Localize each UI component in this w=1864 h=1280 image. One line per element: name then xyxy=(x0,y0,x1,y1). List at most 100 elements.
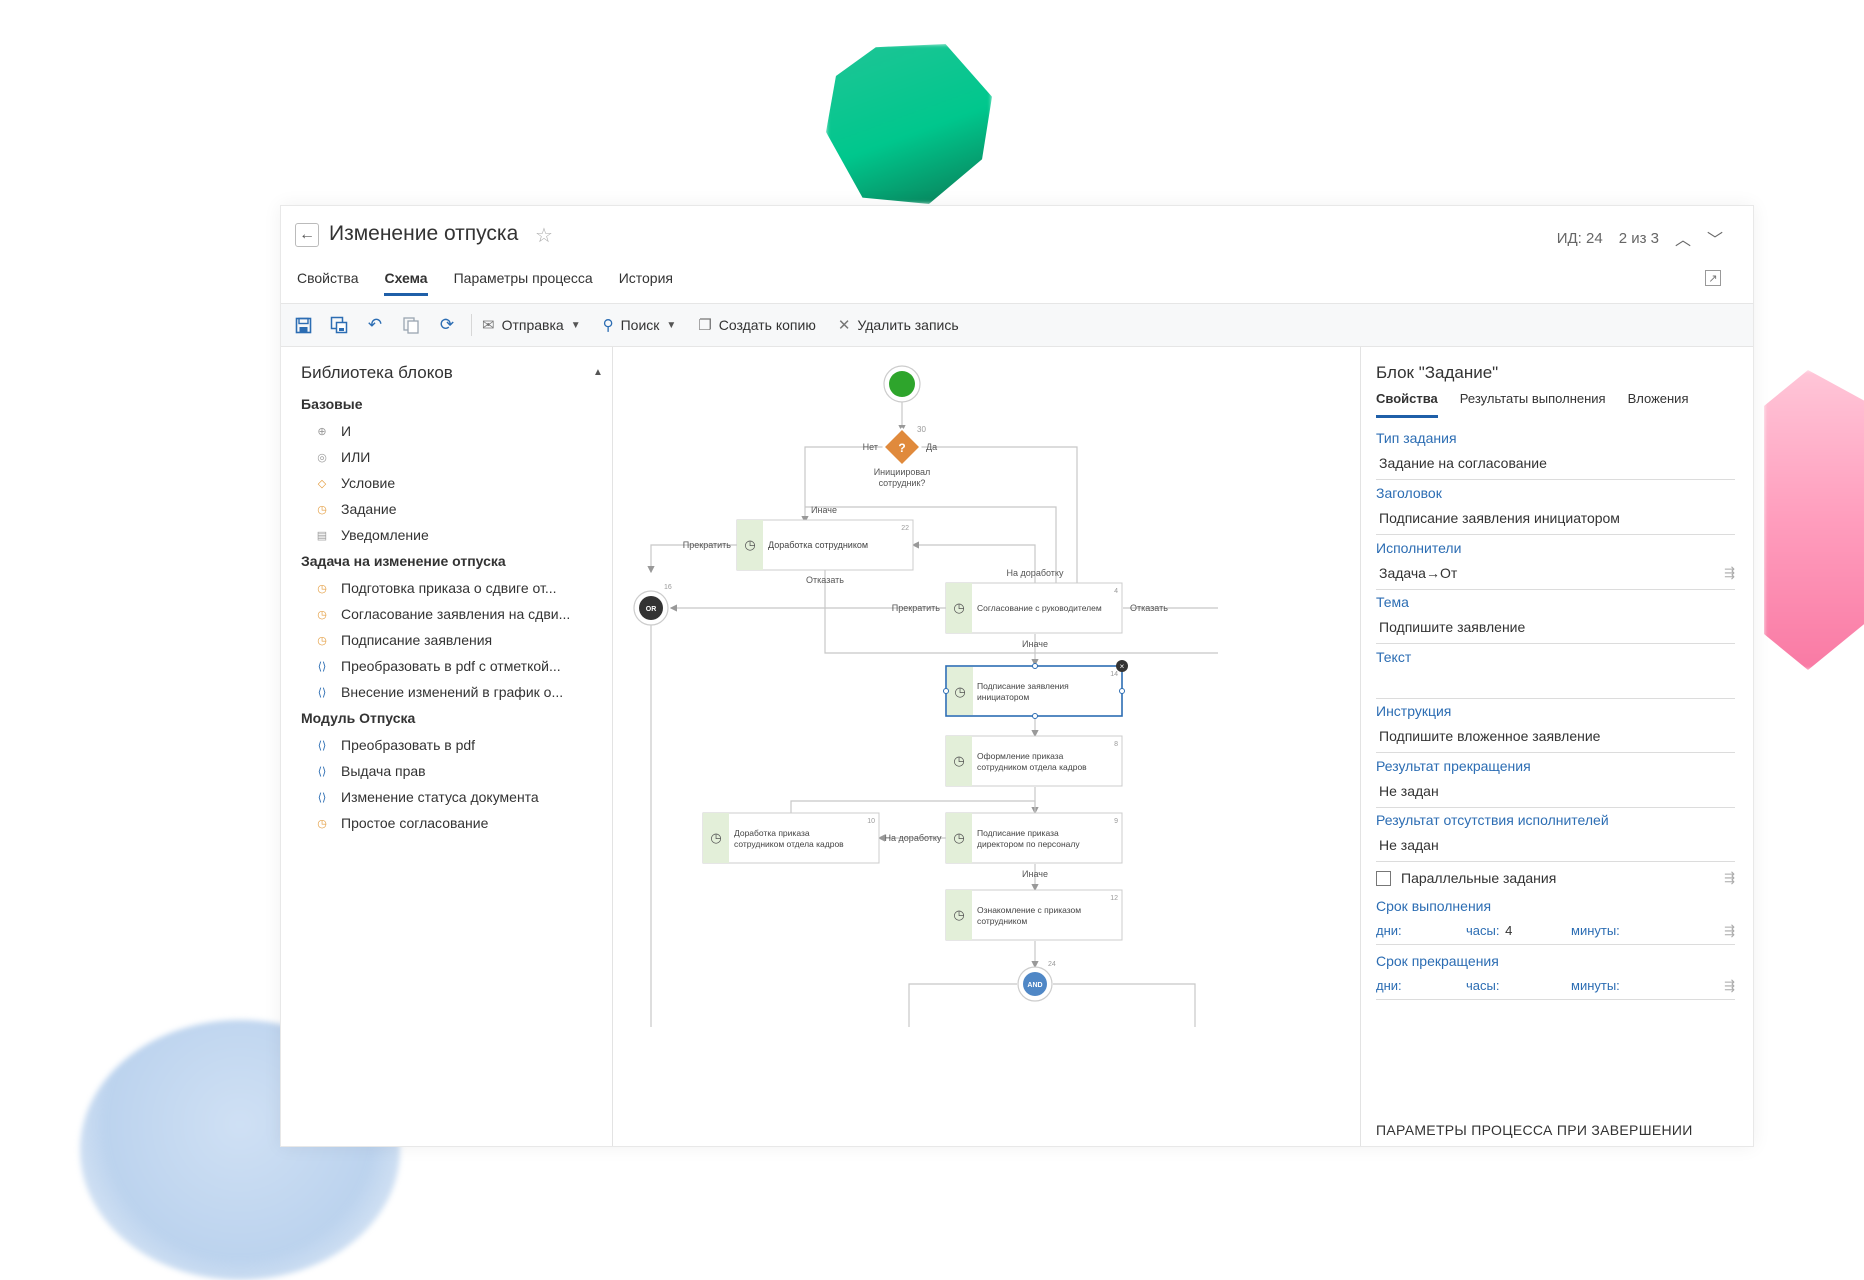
instruction-value[interactable]: Подпишите вложенное заявление xyxy=(1376,728,1735,753)
send-dropdown[interactable]: ✉ Отправка ▼ xyxy=(482,316,581,334)
parallel-tasks-row[interactable]: Параллельные задания ⇶ xyxy=(1376,870,1735,886)
absent-result-field[interactable]: Результат отсутствия исполнителей Не зад… xyxy=(1376,812,1735,862)
subject-value[interactable]: Подпишите заявление xyxy=(1376,619,1735,644)
task-block-12[interactable]: ◷ Ознакомление с приказом сотрудником 12 xyxy=(945,889,1123,941)
or-gateway-node[interactable]: OR xyxy=(633,590,669,626)
library-item[interactable]: ◎ ИЛИ xyxy=(301,444,604,470)
favorite-star-icon[interactable]: ☆ xyxy=(535,223,553,248)
text-field[interactable]: Текст xyxy=(1376,649,1735,699)
task-title: Ознакомление с приказом xyxy=(977,905,1081,915)
absent-result-value[interactable]: Не задан xyxy=(1376,837,1735,862)
library-item-label: Преобразовать в pdf с отметкой... xyxy=(341,658,561,674)
flow-label-stop: Прекратить xyxy=(892,603,941,613)
library-item[interactable]: ⟨⟩ Внесение изменений в график о... xyxy=(301,679,604,705)
condition-yes-label: Да xyxy=(926,442,937,452)
library-item[interactable]: ◷ Задание xyxy=(301,496,604,522)
text-value[interactable] xyxy=(1376,674,1735,699)
process-diagram: ? 30 Нет Да Инициировал сотрудник? Иначе… xyxy=(633,365,1218,1027)
svg-text:×: × xyxy=(1120,662,1125,671)
library-item[interactable]: ◷ Подготовка приказа о сдвиге от... xyxy=(301,575,604,601)
performers-field[interactable]: Исполнители Задача→От ⇶ xyxy=(1376,540,1735,590)
and-gateway-node[interactable]: AND xyxy=(1017,966,1053,1002)
flow-label-else: Иначе xyxy=(811,505,837,515)
tab-block-properties[interactable]: Свойства xyxy=(1376,391,1438,418)
task-icon: ◷ xyxy=(317,582,327,595)
library-item[interactable]: ⟨⟩ Преобразовать в pdf xyxy=(301,732,604,758)
library-group-basic: Базовые xyxy=(301,396,363,412)
condition-node[interactable]: ? xyxy=(882,427,922,467)
condition-icon: ◇ xyxy=(317,477,327,490)
task-block-4[interactable]: ◷ Согласование с руководителем 4 xyxy=(945,582,1123,634)
task-title: Доработка приказа xyxy=(734,828,810,838)
record-id: ИД: 24 xyxy=(1556,229,1603,247)
library-item-label: Преобразовать в pdf xyxy=(341,737,476,753)
chevron-down-icon[interactable]: ﹀ xyxy=(1707,226,1723,250)
library-item[interactable]: ◷ Согласование заявления на сдви... xyxy=(301,601,604,627)
search-dropdown[interactable]: ⚲ Поиск ▼ xyxy=(603,316,677,334)
library-item[interactable]: ⟨⟩ Преобразовать в pdf с отметкой... xyxy=(301,653,604,679)
task-num: 9 xyxy=(1114,818,1118,825)
open-external-icon[interactable]: ↗ xyxy=(1705,270,1721,286)
task-block-22[interactable]: ◷ Доработка сотрудником 22 xyxy=(736,519,914,571)
task-num: 12 xyxy=(1110,895,1118,902)
block-library: Библиотека блоков ▲ Базовые ⊕ И ◎ ИЛИ ◇ Усл… xyxy=(281,347,613,1146)
back-arrow-icon[interactable]: ← xyxy=(295,223,319,247)
page-title: Изменение отпуска xyxy=(329,222,519,245)
or-num: 16 xyxy=(664,584,672,591)
tab-process-params[interactable]: Параметры процесса xyxy=(454,270,593,296)
tab-properties[interactable]: Свойства xyxy=(297,270,358,296)
tab-scheme[interactable]: Схема xyxy=(384,270,428,296)
undo-icon[interactable]: ↶ xyxy=(361,311,389,339)
task-num: 4 xyxy=(1114,588,1118,595)
library-item[interactable]: ⊕ И xyxy=(301,418,604,444)
task-block-8[interactable]: ◷ Оформление приказа сотрудником отдела … xyxy=(945,735,1123,787)
chevron-up-icon[interactable]: ︿ xyxy=(1675,226,1691,250)
subject-field[interactable]: Тема Подпишите заявление xyxy=(1376,594,1735,644)
library-item[interactable]: ◷ Подписание заявления xyxy=(301,627,604,653)
task-block-14-selected[interactable]: ◷ Подписание заявления инициатором 14 xyxy=(943,663,1125,719)
tab-attachments[interactable]: Вложения xyxy=(1628,391,1689,418)
performers-value: Задача→От xyxy=(1379,565,1458,581)
refresh-icon[interactable]: ⟳ xyxy=(433,311,461,339)
library-item[interactable]: ◷ Простое согласование xyxy=(301,810,604,836)
create-copy-button[interactable]: ❐ Создать копию xyxy=(698,316,816,334)
diagram-canvas[interactable]: ? 30 Нет Да Инициировал сотрудник? Иначе… xyxy=(613,347,1360,1146)
stop-result-field[interactable]: Результат прекращения Не задан xyxy=(1376,758,1735,808)
task-type-label: Тип задания xyxy=(1376,430,1457,446)
deadline-field[interactable]: Срок выполнения дни: часы: 4 минуты: ⇶ xyxy=(1376,898,1735,945)
delete-block-icon[interactable]: × xyxy=(1116,660,1128,672)
heading-field[interactable]: Заголовок Подписание заявления инициатор… xyxy=(1376,485,1735,535)
tab-execution-results[interactable]: Результаты выполнения xyxy=(1460,391,1606,418)
library-item[interactable]: ◇ Условие xyxy=(301,470,604,496)
settings-sliders-icon[interactable]: ⇶ xyxy=(1724,870,1735,886)
save-as-icon[interactable] xyxy=(325,311,353,339)
task-block-9[interactable]: ◷ Подписание приказа директором по персо… xyxy=(945,812,1123,864)
svg-text:◷: ◷ xyxy=(953,753,964,768)
task-block-10[interactable]: ◷ Доработка приказа сотрудником отдела к… xyxy=(702,812,880,864)
heading-value[interactable]: Подписание заявления инициатором xyxy=(1376,510,1735,535)
settings-sliders-icon[interactable]: ⇶ xyxy=(1724,565,1735,581)
stop-result-label: Результат прекращения xyxy=(1376,758,1531,774)
library-item[interactable]: ⟨⟩ Изменение статуса документа xyxy=(301,784,604,810)
stop-deadline-field[interactable]: Срок прекращения дни: часы: минуты: ⇶ xyxy=(1376,953,1735,1000)
collapse-chevron-up-icon[interactable]: ▲ xyxy=(593,367,603,378)
deadline-label: Срок выполнения xyxy=(1376,898,1492,914)
library-item[interactable]: ▤ Уведомление xyxy=(301,522,604,548)
library-item-label: Уведомление xyxy=(341,527,429,543)
deadline-duration[interactable]: дни: часы: 4 минуты: ⇶ xyxy=(1376,923,1735,945)
tab-history[interactable]: История xyxy=(619,270,673,296)
save-icon[interactable] xyxy=(289,311,317,339)
duplicate-icon[interactable] xyxy=(397,311,425,339)
instruction-field[interactable]: Инструкция Подпишите вложенное заявление xyxy=(1376,703,1735,753)
settings-sliders-icon[interactable]: ⇶ xyxy=(1724,923,1735,939)
pager-text: 2 из 3 xyxy=(1618,229,1659,247)
delete-record-button[interactable]: ✕ Удалить запись xyxy=(838,316,959,334)
stop-result-value[interactable]: Не задан xyxy=(1376,783,1735,808)
settings-sliders-icon[interactable]: ⇶ xyxy=(1724,978,1735,994)
performers-value-row[interactable]: Задача→От ⇶ xyxy=(1376,565,1735,590)
library-item[interactable]: ⟨⟩ Выдача прав xyxy=(301,758,604,784)
task-type-field[interactable]: Тип задания Задание на согласование xyxy=(1376,430,1735,480)
parallel-tasks-checkbox[interactable] xyxy=(1376,870,1391,886)
task-type-value[interactable]: Задание на согласование xyxy=(1376,455,1735,480)
stop-deadline-duration[interactable]: дни: часы: минуты: ⇶ xyxy=(1376,978,1735,1000)
